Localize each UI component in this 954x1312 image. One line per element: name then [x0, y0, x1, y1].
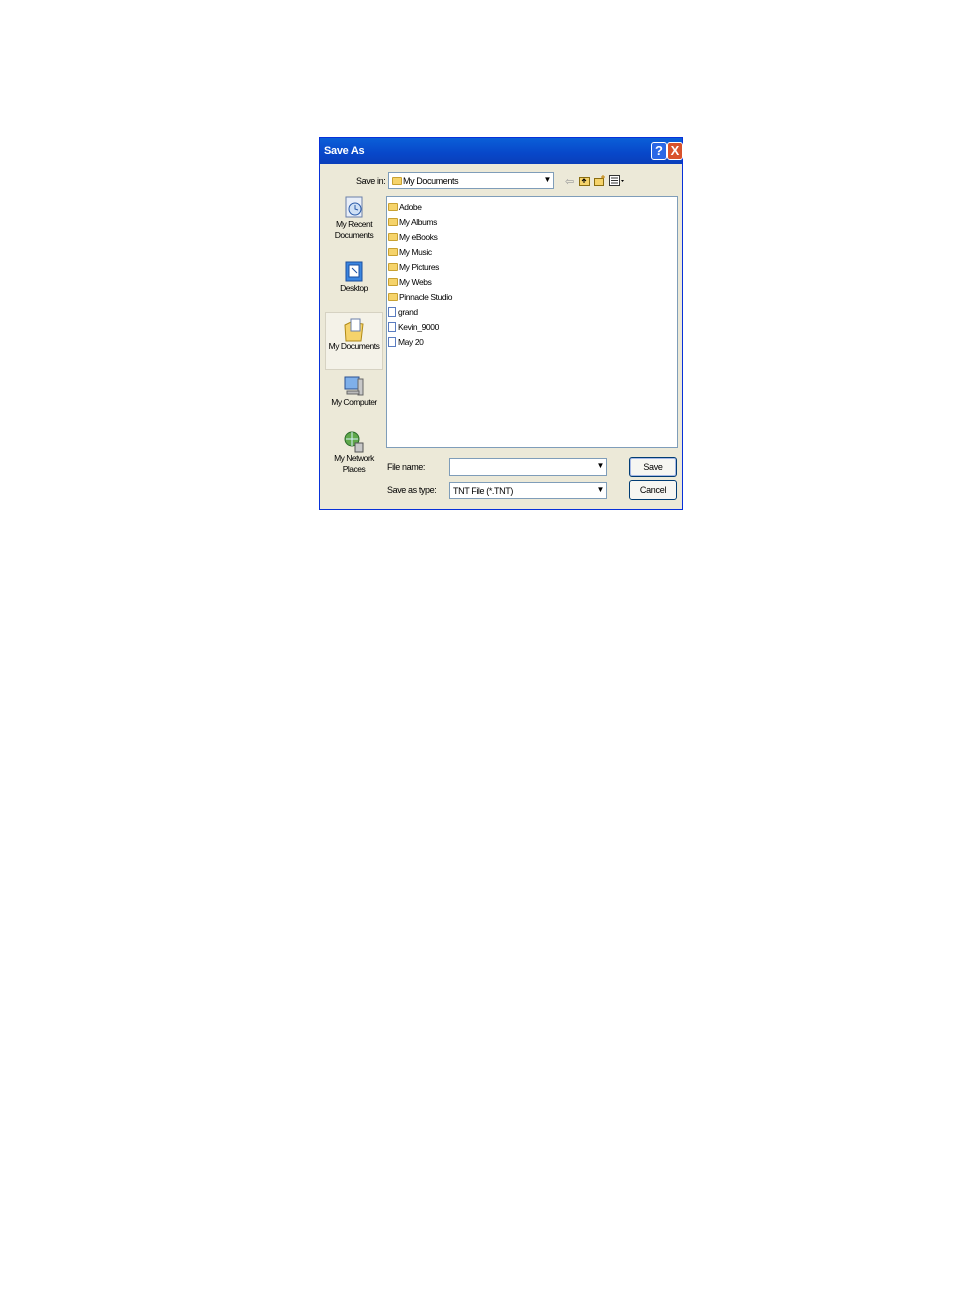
folder-icon	[388, 203, 398, 211]
file-name: My Pictures	[399, 262, 439, 272]
list-item[interactable]: Pinnacle Studio	[388, 290, 452, 304]
folder-icon	[388, 293, 398, 301]
file-name-label: File name:	[387, 462, 426, 472]
list-item[interactable]: Kevin_9000	[388, 320, 439, 334]
place-my-documents[interactable]: My Documents	[325, 312, 383, 370]
network-places-icon	[343, 429, 365, 453]
list-item[interactable]: May 20	[388, 335, 424, 349]
folder-icon	[392, 177, 402, 185]
list-item[interactable]: grand	[388, 305, 418, 319]
place-label: My Recent Documents	[334, 219, 374, 240]
place-label: My Network Places	[334, 453, 374, 474]
my-documents-icon	[343, 317, 365, 342]
document-icon	[388, 322, 396, 332]
up-folder-icon[interactable]	[579, 175, 590, 189]
save-in-label: Save in:	[356, 176, 386, 186]
file-name: grand	[398, 307, 418, 317]
file-name: Kevin_9000	[398, 322, 439, 332]
document-icon	[388, 337, 396, 347]
save-as-dialog: Save As ? X Save in: My Documents ▼ ⇦ My…	[319, 137, 683, 510]
list-item[interactable]: My Pictures	[388, 260, 439, 274]
save-in-value-wrap: My Documents	[392, 176, 459, 186]
desktop-icon	[343, 259, 365, 283]
save-in-dropdown[interactable]: My Documents ▼	[388, 172, 554, 189]
chevron-down-icon: ▼	[596, 484, 605, 497]
file-name: My Webs	[399, 277, 432, 287]
folder-icon	[388, 218, 398, 226]
my-computer-icon	[343, 373, 365, 397]
back-arrow-icon[interactable]: ⇦	[565, 175, 574, 188]
close-button[interactable]: X	[667, 142, 683, 160]
place-recent-documents[interactable]: My Recent Documents	[325, 195, 383, 253]
file-name-field[interactable]: ▼	[449, 458, 607, 476]
places-bar: My Recent Documents Desktop My Documents…	[325, 195, 383, 485]
file-name: May 20	[398, 337, 424, 347]
list-item[interactable]: My Albums	[388, 215, 437, 229]
file-name: My Music	[399, 247, 432, 257]
new-folder-icon[interactable]	[594, 175, 606, 189]
list-item[interactable]: Adobe	[388, 200, 422, 214]
file-list[interactable]: Adobe My Albums My eBooks My Music My Pi…	[386, 196, 678, 448]
views-menu-icon[interactable]	[609, 175, 625, 189]
recent-documents-icon	[343, 195, 365, 219]
title-bar[interactable]: Save As ? X	[320, 138, 683, 164]
file-name: My Albums	[399, 217, 437, 227]
window-title: Save As	[324, 145, 365, 157]
place-network-places[interactable]: My Network Places	[325, 429, 383, 487]
place-desktop[interactable]: Desktop	[325, 259, 383, 309]
file-name: Adobe	[399, 202, 422, 212]
document-icon	[388, 307, 396, 317]
folder-icon	[388, 278, 398, 286]
help-button[interactable]: ?	[651, 142, 667, 160]
place-my-computer[interactable]: My Computer	[325, 373, 383, 427]
chevron-down-icon: ▼	[543, 174, 552, 187]
save-as-type-value: TNT File (*.TNT)	[453, 486, 513, 496]
pictures-folder-icon	[388, 263, 398, 271]
cancel-button[interactable]: Cancel	[629, 480, 677, 500]
save-as-type-dropdown[interactable]: TNT File (*.TNT) ▼	[449, 482, 607, 499]
list-item[interactable]: My Music	[388, 245, 432, 259]
chevron-down-icon[interactable]: ▼	[596, 460, 605, 474]
save-button[interactable]: Save	[629, 457, 677, 477]
save-as-type-label: Save as type:	[387, 485, 437, 495]
file-name: Pinnacle Studio	[399, 292, 453, 302]
list-item[interactable]: My eBooks	[388, 230, 438, 244]
file-name: My eBooks	[399, 232, 438, 242]
music-folder-icon	[388, 248, 398, 256]
folder-icon	[388, 233, 398, 241]
save-in-value: My Documents	[403, 176, 459, 186]
list-item[interactable]: My Webs	[388, 275, 432, 289]
